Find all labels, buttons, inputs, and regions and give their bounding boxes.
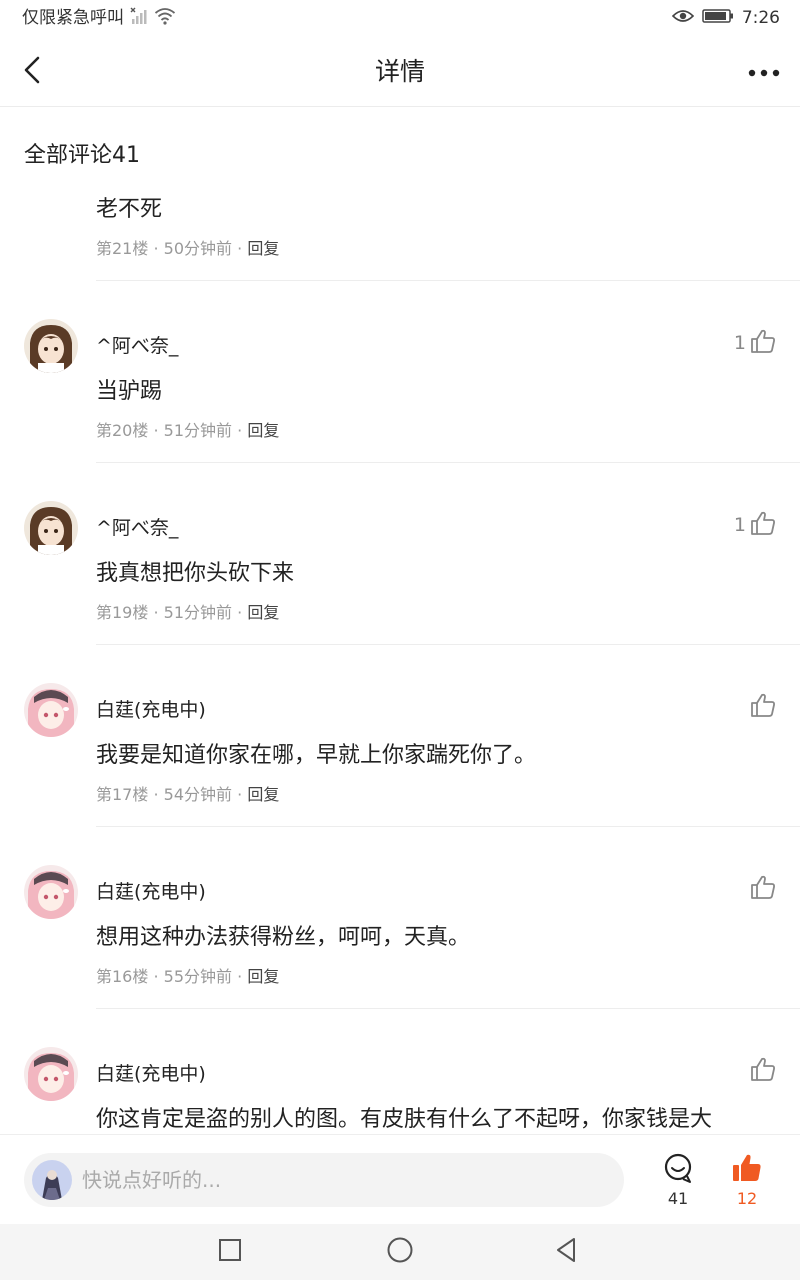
comments-button[interactable]: 41 [648,1151,708,1211]
comment-text: 当驴踢 [96,379,163,404]
thumbs-up-icon [750,1056,776,1087]
status-bar: 仅限紧急呼叫 7:26 [0,0,800,38]
comment-input-bar: 快说点好听的... 41 12 [0,1134,800,1225]
comment-username[interactable]: 白莛(充电中) [96,877,206,904]
avatar[interactable] [24,319,78,373]
back-button[interactable] [14,54,50,90]
comment-username[interactable]: 白莛(充电中) [96,1059,206,1086]
comment-username[interactable]: 白莛(充电中) [96,695,206,722]
more-button[interactable] [746,54,782,90]
thumbs-up-icon [750,692,776,723]
wifi-icon [154,7,176,29]
comment-floor: 第16楼 [96,967,149,986]
comment-time: 51分钟前 [163,421,233,440]
comment-meta: 第17楼 · 54分钟前 · 回复 [96,781,279,805]
meta-separator: · [153,785,159,804]
reply-button[interactable]: 回复 [247,785,279,804]
comment-floor: 第21楼 [96,239,149,258]
comment-meta: 第19楼 · 51分钟前 · 回复 [96,599,279,623]
comment-item: 老不死 第21楼 · 50分钟前 · 回复 [0,107,800,281]
comment-text: 你这肯定是盗的别人的图。有皮肤有什么了不起呀，你家钱是大 [96,1107,713,1132]
comment-item: ^阿べ奈_ 1 我真想把你头砍下来 第19楼 · 51分钟前 · 回复 [0,463,800,645]
avatar[interactable] [24,1047,78,1101]
top-header: 详情 [0,38,800,107]
like-post-button[interactable]: 12 [717,1151,777,1211]
comment-username[interactable]: ^阿べ奈_ [96,331,178,358]
recent-apps-icon [217,1237,243,1267]
like-button[interactable] [746,693,776,721]
avatar[interactable] [24,865,78,919]
like-button[interactable] [746,875,776,903]
back-triangle-icon [553,1236,579,1268]
recent-apps-button[interactable] [214,1236,246,1268]
reply-button[interactable]: 回复 [247,421,279,440]
more-dots-icon [747,63,781,82]
comment-item: 白莛(充电中) 你这肯定是盗的别人的图。有皮肤有什么了不起呀，你家钱是大 [0,1009,800,1134]
comment-floor: 第19楼 [96,603,149,622]
thumbs-up-icon [750,328,776,359]
comment-time: 51分钟前 [163,603,233,622]
meta-separator: · [237,239,243,258]
comment-item: ^阿べ奈_ 1 当驴踢 第20楼 · 51分钟前 · 回复 [0,281,800,463]
comment-count: 41 [667,1189,689,1208]
reply-button[interactable]: 回复 [247,967,279,986]
comment-meta: 第16楼 · 55分钟前 · 回复 [96,963,279,987]
comment-meta: 第20楼 · 51分钟前 · 回复 [96,417,279,441]
comment-floor: 第17楼 [96,785,149,804]
comment-text: 我要是知道你家在哪，早就上你家踹死你了。 [96,743,537,768]
meta-separator: · [237,603,243,622]
comment-bubble-icon [663,1153,693,1189]
like-count-total: 12 [736,1189,758,1208]
home-icon [386,1236,414,1268]
like-button[interactable]: 1 [734,329,776,357]
comment-text: 老不死 [96,197,163,222]
page-title: 详情 [374,57,425,86]
meta-separator: · [153,603,159,622]
like-button[interactable] [746,1057,776,1085]
comment-input[interactable]: 快说点好听的... [24,1153,624,1207]
thumbs-up-icon [750,874,776,905]
reply-button[interactable]: 回复 [247,603,279,622]
user-avatar [32,1160,72,1200]
reply-button[interactable]: 回复 [247,239,279,258]
thumbs-up-filled-icon [732,1153,762,1187]
meta-separator: · [237,785,243,804]
meta-separator: · [153,967,159,986]
system-nav-bar [0,1224,800,1280]
thumbs-up-icon [750,510,776,541]
input-placeholder: 快说点好听的... [82,1168,222,1192]
avatar[interactable] [24,501,78,555]
comments-list: 全部评论41 老不死 第21楼 · 50分钟前 · 回复 ^阿べ奈_ 1 当驴踢… [0,107,800,1134]
like-count: 1 [733,332,746,354]
back-arrow-icon [21,55,43,89]
carrier-text: 仅限紧急呼叫 [22,8,124,28]
signal-icon [130,7,150,29]
comment-time: 55分钟前 [163,967,233,986]
clock: 7:26 [741,8,780,28]
meta-separator: · [153,239,159,258]
avatar[interactable] [24,683,78,737]
comment-item: 白莛(充电中) 我要是知道你家在哪，早就上你家踹死你了。 第17楼 · 54分钟… [0,645,800,827]
comment-username[interactable]: ^阿べ奈_ [96,513,178,540]
like-count: 1 [733,514,746,536]
meta-separator: · [153,421,159,440]
like-button[interactable]: 1 [734,511,776,539]
comment-time: 50分钟前 [163,239,233,258]
comment-item: 白莛(充电中) 想用这种办法获得粉丝，呵呵，天真。 第16楼 · 55分钟前 ·… [0,827,800,1009]
eye-icon [671,8,694,29]
meta-separator: · [237,421,243,440]
comment-meta: 第21楼 · 50分钟前 · 回复 [96,235,279,259]
system-back-button[interactable] [550,1236,582,1268]
comment-floor: 第20楼 [96,421,149,440]
battery-icon [702,8,734,29]
home-button[interactable] [384,1236,416,1268]
meta-separator: · [237,967,243,986]
comment-time: 54分钟前 [163,785,233,804]
comment-text: 想用这种办法获得粉丝，呵呵，天真。 [96,925,471,950]
comment-text: 我真想把你头砍下来 [96,561,295,586]
